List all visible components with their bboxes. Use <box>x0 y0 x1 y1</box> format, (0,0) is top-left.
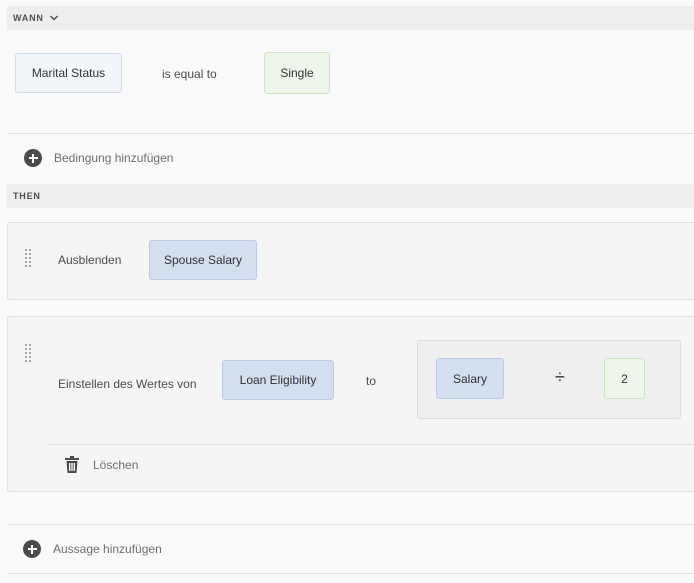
plus-circle-icon <box>24 149 42 167</box>
action-card-set-value: Einstellen des Wertes von Loan Eligibili… <box>7 316 694 492</box>
divider <box>7 524 694 525</box>
plus-circle-icon <box>23 540 41 558</box>
when-header-label: WANN <box>13 13 44 23</box>
condition-value-label: Single <box>280 66 314 80</box>
expression-left-operand[interactable]: Salary <box>436 358 504 399</box>
expression-right-operand[interactable]: 2 <box>604 358 645 399</box>
then-section-header: THEN <box>7 184 694 208</box>
condition-field-label: Marital Status <box>31 66 106 80</box>
delete-button[interactable]: Löschen <box>65 456 138 473</box>
action-card-hide: Ausblenden Spouse Salary <box>7 222 694 300</box>
expression-left-label: Salary <box>452 371 487 386</box>
add-condition-button[interactable]: Bedingung hinzufügen <box>24 149 173 167</box>
divider <box>7 133 694 134</box>
drag-handle-icon[interactable] <box>25 344 31 362</box>
chevron-down-icon[interactable] <box>49 13 59 23</box>
divide-operator[interactable]: ÷ <box>555 367 565 388</box>
set-target-label: Loan Eligibility <box>239 373 317 387</box>
connector-to: to <box>366 374 377 388</box>
then-header-label: THEN <box>13 191 41 201</box>
expression-right-label: 2 <box>621 371 628 386</box>
action-hide-label[interactable]: Ausblenden <box>58 253 121 267</box>
add-statement-button[interactable]: Aussage hinzufügen <box>23 540 162 558</box>
trash-icon <box>65 456 79 473</box>
expression-box[interactable]: Salary ÷ 2 <box>417 340 681 419</box>
condition-field-token[interactable]: Marital Status <box>15 53 122 93</box>
condition-value-token[interactable]: Single <box>264 52 330 94</box>
set-target-token[interactable]: Loan Eligibility <box>222 360 334 400</box>
delete-label: Löschen <box>93 457 139 472</box>
drag-handle-icon[interactable] <box>25 249 31 267</box>
add-condition-label: Bedingung hinzufügen <box>54 151 174 165</box>
divider <box>48 444 694 445</box>
divider <box>7 573 694 574</box>
hide-target-label: Spouse Salary <box>163 253 243 267</box>
when-section-header[interactable]: WANN <box>7 6 694 30</box>
add-statement-label: Aussage hinzufügen <box>53 542 162 556</box>
action-set-value-label[interactable]: Einstellen des Wertes von <box>58 377 197 391</box>
condition-operator[interactable]: is equal to <box>162 67 217 81</box>
hide-target-token[interactable]: Spouse Salary <box>149 240 257 280</box>
